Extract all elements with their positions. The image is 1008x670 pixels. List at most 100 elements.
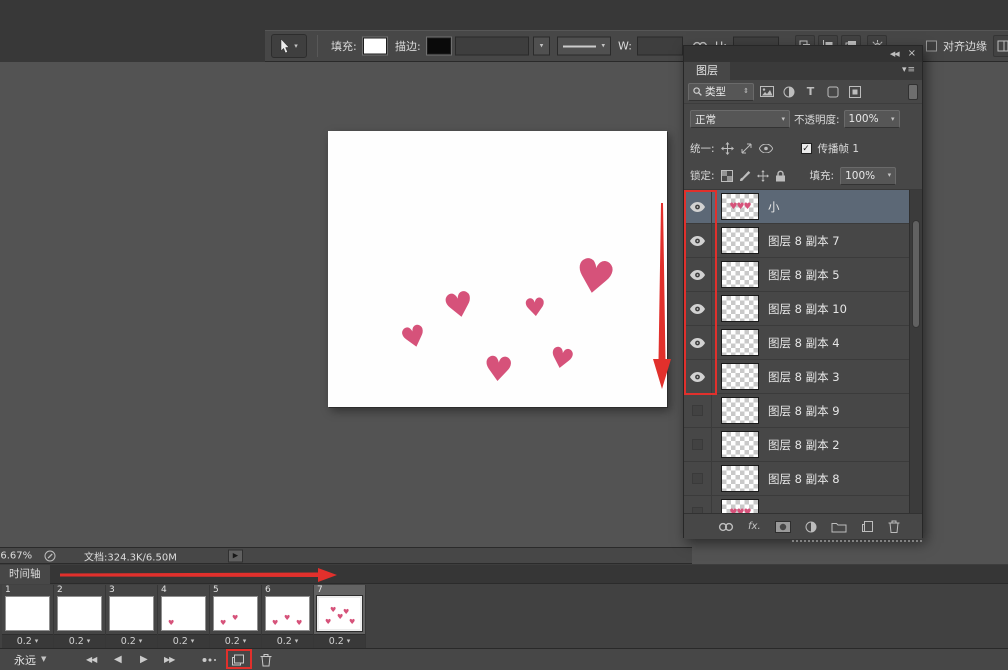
stroke-type-dropdown[interactable]: ▾ bbox=[557, 37, 611, 56]
stroke-color-swatch[interactable] bbox=[427, 38, 451, 55]
play-button[interactable]: ▶ bbox=[140, 655, 148, 665]
delete-layer-trash-icon[interactable] bbox=[888, 520, 900, 533]
stroke-width-dropdown[interactable]: ▾ bbox=[533, 37, 550, 56]
layer-thumbnail[interactable] bbox=[721, 431, 759, 458]
animation-frame-4[interactable]: 4♥0.2▾ bbox=[158, 585, 210, 648]
align-edges-checkbox[interactable] bbox=[926, 41, 937, 52]
new-layer-icon[interactable] bbox=[861, 520, 874, 533]
tab-timeline[interactable]: 时间轴 bbox=[0, 565, 50, 584]
layer-thumbnail[interactable]: ♥♥♥ bbox=[721, 499, 759, 513]
smart-object-filter-icon[interactable] bbox=[845, 83, 864, 101]
collapse-panel-icon[interactable]: ◀◀ bbox=[890, 51, 899, 58]
layer-row[interactable]: 图层 8 副本 2 bbox=[684, 428, 922, 462]
layer-visibility-toggle[interactable] bbox=[684, 462, 712, 495]
frame-thumbnail[interactable] bbox=[57, 596, 102, 631]
layer-visibility-toggle[interactable] bbox=[684, 428, 712, 461]
layer-row[interactable]: 图层 8 副本 7 bbox=[684, 224, 922, 258]
layer-thumbnail[interactable] bbox=[721, 227, 759, 254]
layers-scrollbar[interactable] bbox=[909, 190, 922, 513]
layer-thumbnail[interactable] bbox=[721, 295, 759, 322]
frame-delay-dropdown[interactable]: 0.2▾ bbox=[158, 634, 209, 648]
unify-visibility-icon[interactable] bbox=[759, 144, 773, 153]
layer-thumbnail[interactable] bbox=[721, 261, 759, 288]
frame-thumbnail[interactable]: ♥♥ bbox=[213, 596, 258, 631]
lock-position-icon[interactable] bbox=[757, 170, 769, 182]
layer-thumbnail[interactable] bbox=[721, 465, 759, 492]
layer-visibility-toggle[interactable] bbox=[684, 394, 712, 427]
propagate-frame-checkbox[interactable]: ✓ bbox=[801, 143, 812, 154]
layer-row[interactable]: 图层 8 副本 9 bbox=[684, 394, 922, 428]
animation-frame-7[interactable]: 7♥♥♥♥♥0.2▾ bbox=[314, 585, 366, 648]
frame-thumbnail[interactable] bbox=[5, 596, 50, 631]
frame-thumbnail[interactable]: ♥♥♥ bbox=[265, 596, 310, 631]
shape-width-input[interactable] bbox=[637, 37, 683, 56]
layer-style-fx-icon[interactable]: fx. bbox=[748, 521, 761, 532]
animation-frame-3[interactable]: 30.2▾ bbox=[106, 585, 158, 648]
type-filter-icon[interactable]: T bbox=[801, 83, 820, 101]
delete-frame-trash-icon[interactable] bbox=[260, 653, 272, 666]
layer-thumbnail[interactable] bbox=[721, 397, 759, 424]
unify-position-icon[interactable] bbox=[721, 142, 734, 155]
fill-dropdown[interactable]: 100%▾ bbox=[840, 167, 896, 185]
align-edges-label: 对齐边缘 bbox=[943, 38, 987, 54]
filtering-on-off-toggle[interactable] bbox=[908, 84, 918, 100]
frame-delay-dropdown[interactable]: 0.2▾ bbox=[262, 634, 313, 648]
lock-pixels-brush-icon[interactable] bbox=[739, 170, 751, 182]
status-options-arrow-button[interactable]: ▶ bbox=[228, 549, 243, 562]
opacity-dropdown[interactable]: 100%▾ bbox=[844, 110, 900, 128]
scrollbar-thumb[interactable] bbox=[912, 220, 920, 328]
lock-transparency-icon[interactable] bbox=[721, 170, 733, 182]
canvas-document[interactable]: ♥♥♥♥♥♥ bbox=[328, 131, 667, 407]
document-size-info[interactable]: 文档:324.3K/6.50M bbox=[84, 548, 177, 563]
frame-thumbnail[interactable] bbox=[109, 596, 154, 631]
pixel-filter-icon[interactable] bbox=[757, 83, 776, 101]
layer-thumbnail[interactable]: ♥♥♥ bbox=[721, 193, 759, 220]
add-layer-mask-icon[interactable] bbox=[775, 521, 791, 533]
animation-frame-6[interactable]: 6♥♥♥0.2▾ bbox=[262, 585, 314, 648]
tool-preset-arrow-icon: ▾ bbox=[294, 43, 298, 50]
loop-count-dropdown[interactable]: 永远 ▼ bbox=[14, 652, 46, 668]
close-panel-icon[interactable]: × bbox=[908, 49, 916, 59]
unify-transform-icon[interactable] bbox=[740, 142, 753, 155]
animation-frame-5[interactable]: 5♥♥0.2▾ bbox=[210, 585, 262, 648]
shape-filter-icon[interactable] bbox=[823, 83, 842, 101]
frame-delay-dropdown[interactable]: 0.2▾ bbox=[54, 634, 105, 648]
new-adjustment-layer-icon[interactable] bbox=[805, 521, 817, 533]
layer-thumbnail[interactable] bbox=[721, 363, 759, 390]
previous-frame-button[interactable]: ◀ bbox=[114, 655, 122, 665]
layer-row[interactable]: ♥♥♥ bbox=[684, 496, 922, 513]
link-layers-icon[interactable] bbox=[718, 522, 734, 532]
animation-frame-1[interactable]: 10.2▾ bbox=[2, 585, 54, 648]
layer-row[interactable]: 图层 8 副本 4 bbox=[684, 326, 922, 360]
tween-button[interactable] bbox=[202, 656, 218, 664]
lock-all-icon[interactable] bbox=[775, 170, 786, 182]
layer-row[interactable]: 图层 8 副本 10 bbox=[684, 292, 922, 326]
layer-row[interactable]: ♥♥♥小 bbox=[684, 190, 922, 224]
frame-delay-dropdown[interactable]: 0.2▾ bbox=[106, 634, 157, 648]
frame-thumbnail[interactable]: ♥♥♥♥♥ bbox=[317, 596, 362, 631]
layer-row[interactable]: 图层 8 副本 3 bbox=[684, 360, 922, 394]
layer-thumbnail[interactable] bbox=[721, 329, 759, 356]
adjustment-filter-icon[interactable] bbox=[779, 83, 798, 101]
layer-row[interactable]: 图层 8 副本 8 bbox=[684, 462, 922, 496]
animation-frame-2[interactable]: 20.2▾ bbox=[54, 585, 106, 648]
frame-delay-dropdown[interactable]: 0.2▾ bbox=[210, 634, 261, 648]
filter-type-dropdown[interactable]: 类型 ⇕ bbox=[688, 83, 754, 101]
panel-resize-grip[interactable] bbox=[792, 540, 922, 542]
first-frame-button[interactable]: ◀◀ bbox=[86, 656, 96, 664]
next-frame-button[interactable]: ▶▶ bbox=[164, 656, 174, 664]
workspace-panel-icon[interactable] bbox=[993, 35, 1008, 57]
frame-thumbnail[interactable]: ♥ bbox=[161, 596, 206, 631]
tab-layers[interactable]: 图层 bbox=[684, 62, 730, 80]
frame-delay-dropdown[interactable]: 0.2▾ bbox=[2, 634, 53, 648]
stroke-width-field[interactable] bbox=[455, 37, 529, 56]
frame-delay-dropdown[interactable]: 0.2▾ bbox=[314, 634, 365, 648]
fill-color-swatch[interactable] bbox=[363, 38, 387, 55]
blend-mode-dropdown[interactable]: 正常▾ bbox=[690, 110, 790, 128]
layer-visibility-toggle[interactable] bbox=[684, 496, 712, 513]
layer-row[interactable]: 图层 8 副本 5 bbox=[684, 258, 922, 292]
path-selection-tool-button[interactable]: ▾ bbox=[271, 34, 307, 58]
panel-menu-icon[interactable]: ▾≡ bbox=[902, 65, 916, 75]
new-group-folder-icon[interactable] bbox=[831, 521, 847, 533]
zoom-level-value[interactable]: 16.67% bbox=[0, 550, 32, 561]
